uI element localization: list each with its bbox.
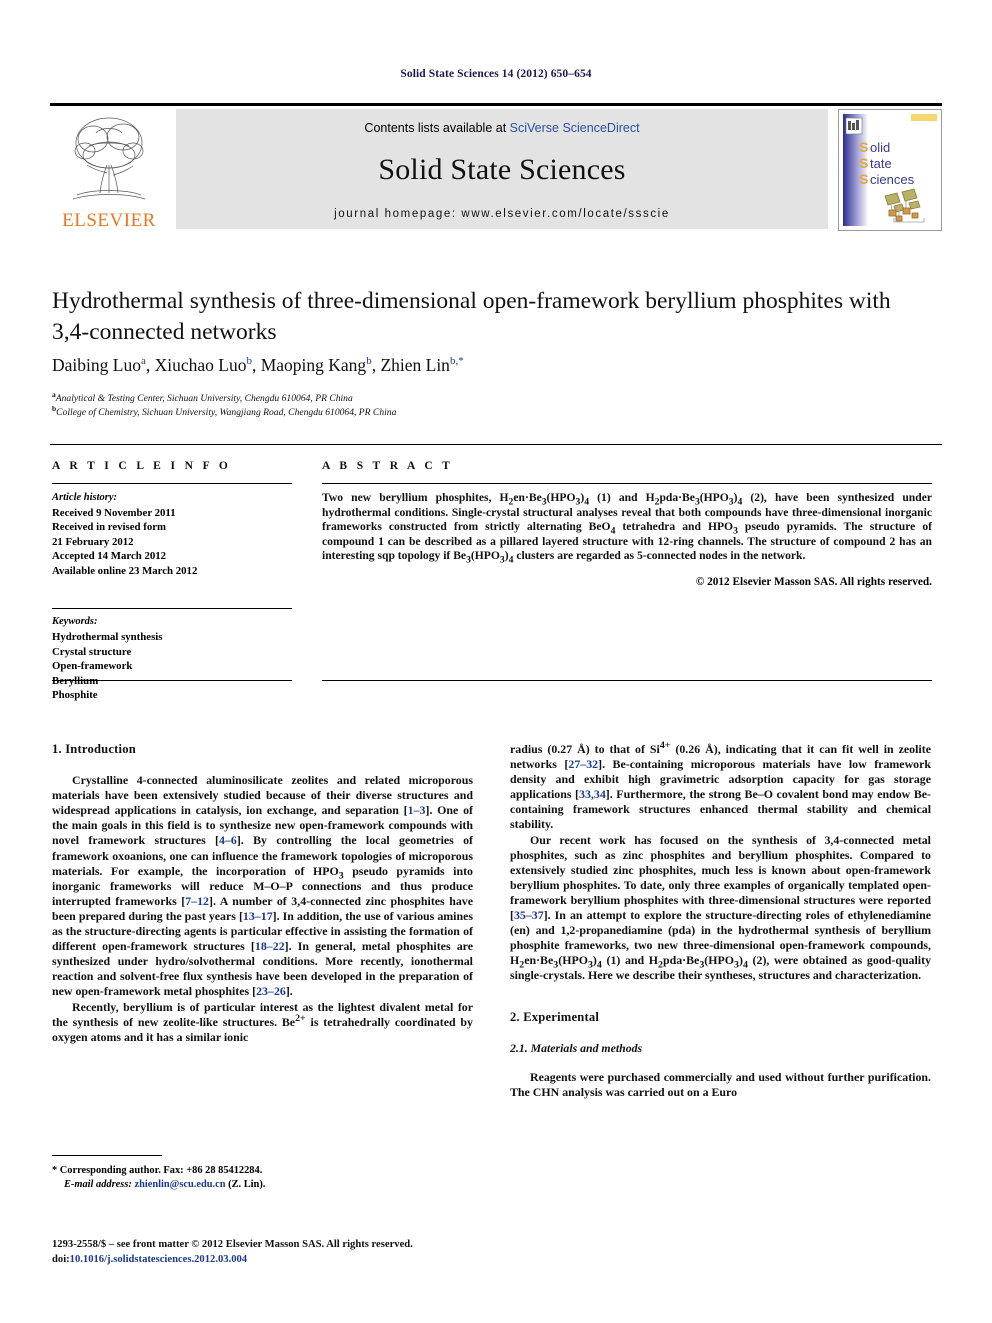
article-title: Hydrothermal synthesis of three-dimensio… [52, 288, 891, 345]
keyword-item: Open-framework [52, 660, 133, 673]
author-name: Xiuchao Luo [154, 355, 247, 375]
contents-prefix: Contents lists available at [364, 121, 510, 135]
keyword-item: Crystal structure [52, 645, 132, 658]
author-name: Zhien Lin [380, 355, 450, 375]
history-item: Available online 23 March 2012 [52, 564, 198, 577]
article-info-rule [52, 483, 292, 484]
affiliation-text: College of Chemistry, Sichuan University… [56, 406, 397, 418]
author-affil-mark: b,* [449, 355, 464, 368]
keywords-label: Keywords: [52, 616, 98, 628]
affiliation-item: bCollege of Chemistry, Sichuan Universit… [52, 404, 932, 420]
affiliation-text: Analytical & Testing Center, Sichuan Uni… [55, 393, 353, 404]
elsevier-tree-icon [72, 117, 146, 200]
contents-available-line: Contents lists available at SciVerse Sci… [176, 109, 828, 135]
keywords-list: Hydrothermal synthesis Crystal structure… [52, 630, 292, 703]
author-affil-mark: b [366, 355, 372, 368]
cover-artwork-icon: S olid S tate S ciences [839, 110, 941, 230]
author-name: Maoping Kang [260, 355, 367, 375]
masthead-center-panel: Contents lists available at SciVerse Sci… [176, 109, 828, 229]
abstract-rule [322, 483, 932, 484]
page-footer: 1293-2558/$ – see front matter © 2012 El… [52, 1238, 752, 1267]
journal-cover-thumbnail: S olid S tate S ciences [838, 109, 942, 231]
doi-prefix: doi: [52, 1253, 70, 1265]
journal-homepage-link[interactable]: journal homepage: www.elsevier.com/locat… [176, 208, 828, 220]
article-info-heading: A R T I C L E I N F O [52, 460, 232, 472]
body-column-right: radius (0.27 Å) to that of Si4+ (0.26 Å)… [510, 740, 932, 1100]
running-head: Solid State Sciences 14 (2012) 650–654 [400, 68, 592, 80]
doi-link[interactable]: 10.1016/j.solidstatesciences.2012.03.004 [70, 1254, 247, 1265]
email-label: E-mail address: [64, 1179, 132, 1190]
section-heading-introduction: 1. Introduction [52, 742, 136, 756]
journal-masthead: ELSEVIER Contents lists available at Sci… [50, 103, 942, 231]
keyword-item: Phosphite [52, 689, 98, 702]
footnote-corresponding-line: * Corresponding author. Fax: +86 28 8541… [52, 1165, 263, 1176]
history-item: Received 9 November 2011 [52, 506, 176, 519]
abstract-heading: A B S T R A C T [322, 460, 454, 472]
svg-text:S: S [859, 155, 868, 171]
body-paragraph: Crystalline 4-connected aluminosilicate … [52, 773, 473, 999]
abstract-block: A B S T R A C T Two new beryllium phosph… [322, 460, 932, 588]
keywords-block: Keywords: Hydrothermal synthesis Crystal… [52, 608, 292, 702]
footnote-divider [52, 1155, 162, 1156]
abstract-bottom-divider [322, 680, 932, 681]
article-history-label: Article history: [52, 492, 118, 503]
svg-text:ciences: ciences [870, 172, 915, 187]
svg-text:tate: tate [870, 156, 892, 171]
history-item: 21 February 2012 [52, 535, 134, 548]
elsevier-logo: ELSEVIER [50, 109, 168, 234]
body-paragraph: Reagents were purchased commercially and… [510, 1069, 931, 1099]
email-suffix: (Z. Lin). [228, 1179, 266, 1190]
subsection-heading-materials-and-methods: 2.1. Materials and methods [510, 1040, 643, 1055]
svg-text:olid: olid [870, 140, 890, 155]
sciencedirect-link[interactable]: SciVerse ScienceDirect [510, 121, 640, 135]
front-matter-line: 1293-2558/$ – see front matter © 2012 El… [52, 1239, 413, 1250]
journal-title: Solid State Sciences [378, 153, 626, 186]
author-name: Daibing Luo [52, 355, 141, 375]
history-item: Accepted 14 March 2012 [52, 550, 167, 563]
abstract-text: Two new beryllium phosphites, H2en·Be3(H… [322, 491, 932, 566]
body-paragraph: Our recent work has focused on the synth… [510, 832, 932, 983]
footnote-email-line: E-mail address: zhienlin@scu.edu.cn (Z. … [52, 1178, 473, 1192]
corresponding-author-footnote: * Corresponding author. Fax: +86 28 8541… [52, 1155, 473, 1192]
body-column-left: 1. Introduction Crystalline 4-connected … [52, 742, 473, 1045]
email-link[interactable]: zhienlin@scu.edu.cn [134, 1179, 225, 1190]
body-paragraph: Recently, beryllium is of particular int… [52, 999, 473, 1044]
svg-text:S: S [859, 139, 868, 155]
article-info-block: A R T I C L E I N F O Article history: R… [52, 460, 292, 703]
body-paragraph: radius (0.27 Å) to that of Si4+ (0.26 Å)… [510, 740, 931, 832]
section-heading-experimental: 2. Experimental [510, 1009, 600, 1024]
keyword-item: Hydrothermal synthesis [52, 630, 163, 643]
affiliation-list: aAnalytical & Testing Center, Sichuan Un… [52, 391, 932, 420]
article-history-list: Received 9 November 2011 Received in rev… [52, 506, 292, 579]
history-item: Received in revised form [52, 521, 167, 534]
keyword-item: Beryllium [52, 674, 99, 687]
author-affil-mark: b [246, 355, 252, 368]
affiliation-item: aAnalytical & Testing Center, Sichuan Un… [52, 391, 932, 406]
info-top-divider [50, 444, 942, 445]
info-bottom-divider [52, 680, 292, 681]
abstract-copyright: © 2012 Elsevier Masson SAS. All rights r… [695, 575, 932, 588]
doi-line: doi:10.1016/j.solidstatesciences.2012.03… [52, 1253, 752, 1268]
svg-text:S: S [859, 171, 868, 187]
author-list: Daibing Luoa, Xiuchao Luob, Maoping Kang… [52, 355, 464, 375]
journal-article-page: Solid State Sciences 14 (2012) 650–654 E… [0, 0, 992, 1323]
keywords-rule [52, 608, 292, 610]
author-affil-mark: a [140, 355, 146, 368]
elsevier-wordmark: ELSEVIER [62, 210, 156, 231]
